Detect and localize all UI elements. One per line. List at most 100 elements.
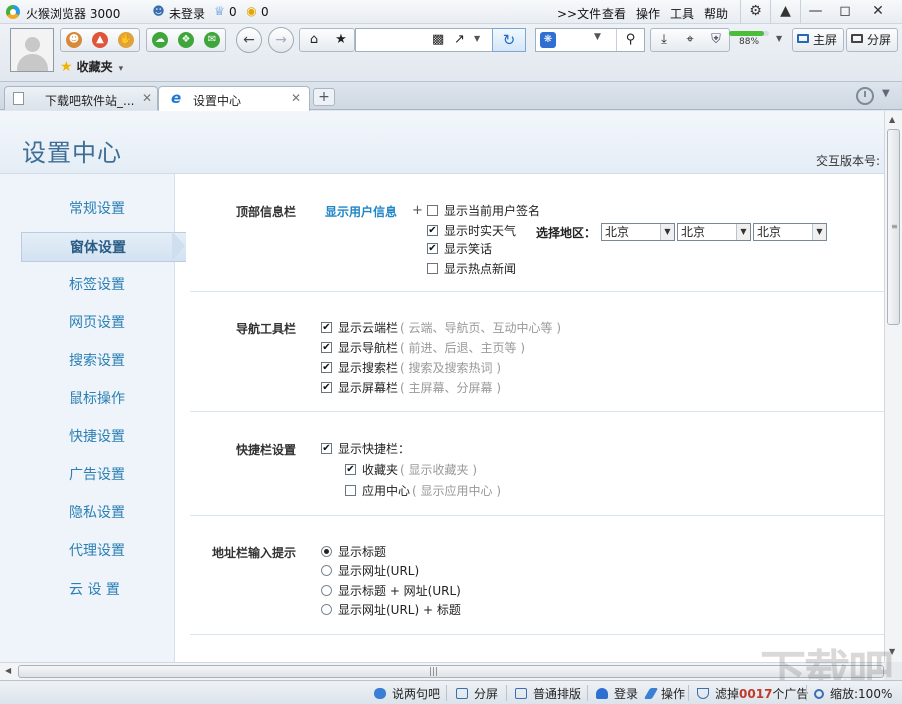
status-ops[interactable]: 操作 [643, 685, 685, 702]
menu-view[interactable]: 查看 [602, 5, 626, 22]
radio-dot[interactable] [321, 604, 332, 615]
share-icon[interactable]: ↗ [454, 32, 465, 47]
sidebar-item-webpage[interactable]: 网页设置 [0, 308, 175, 338]
radio-show-title[interactable]: 显示标题 [321, 544, 386, 560]
download-icon[interactable]: ⤓ [651, 29, 677, 51]
checkbox-search-bar[interactable]: ✔ 显示搜索栏( 搜索及搜索热词 ) [321, 360, 501, 376]
cloud-icon[interactable]: ☁ [147, 29, 173, 51]
sidebar-item-mouse[interactable]: 鼠标操作 [0, 384, 175, 414]
tab-menu-chevron-icon[interactable]: ▼ [882, 88, 890, 99]
radio-dot[interactable] [321, 565, 332, 576]
chat-bubble-icon[interactable]: ✉ [199, 29, 225, 51]
checkbox-box[interactable]: ✔ [345, 464, 356, 475]
checkbox-box[interactable]: ✔ [427, 243, 438, 254]
horizontal-scrollbar[interactable]: ◀ ||| [0, 662, 884, 680]
home-icon[interactable]: ⌂ [301, 29, 327, 51]
checkbox-show-quickbar[interactable]: ✔ 显示快捷栏： [321, 441, 410, 457]
tab-download-site[interactable]: 下载吧软件站_... ✕ [4, 86, 158, 110]
tab-settings-center[interactable]: e 设置中心 ✕ [158, 86, 310, 111]
close-icon[interactable]: ✕ [863, 0, 893, 24]
sidebar-item-privacy[interactable]: 隐私设置 [0, 498, 175, 528]
login-status[interactable]: 未登录 [169, 5, 205, 22]
radio-show-url[interactable]: 显示网址(URL) [321, 563, 419, 579]
checkbox-box[interactable]: ✔ [321, 382, 332, 393]
memory-meter[interactable]: 88% [729, 30, 769, 48]
skin-shirt-icon[interactable]: ▲ [770, 0, 800, 24]
checkbox-box[interactable]: ✔ [321, 342, 332, 353]
status-layout[interactable]: 普通排版 [515, 685, 581, 702]
search-box[interactable]: ❋ ▼ ⚲ [535, 28, 645, 52]
checkbox-app-center[interactable]: 应用中心( 显示应用中心 ) [345, 483, 501, 499]
avatar[interactable] [10, 28, 54, 72]
radio-dot[interactable] [321, 546, 332, 557]
menu-tools[interactable]: 工具 [670, 5, 694, 22]
checkbox-jokes[interactable]: ✔ 显示笑话 [427, 241, 492, 257]
star-icon[interactable]: ★ [328, 29, 354, 51]
scroll-left-icon[interactable]: ◀ [5, 666, 11, 675]
close-icon[interactable]: ✕ [291, 91, 301, 105]
status-zoom[interactable]: 缩放:100% [814, 685, 892, 702]
settings-gear-icon[interactable]: ⚙ [740, 0, 770, 24]
crop-icon[interactable]: ⌖ [677, 29, 703, 51]
sidebar-item-search[interactable]: 搜索设置 [0, 346, 175, 376]
favorites-menu[interactable]: ★ 收藏夹 ▾ [60, 58, 123, 75]
sidebar-item-ads[interactable]: 广告设置 [0, 460, 175, 490]
qr-code-icon[interactable]: ▩ [432, 32, 444, 47]
search-engine-dropdown-icon[interactable]: ▼ [594, 32, 601, 42]
checkbox-box[interactable]: ✔ [321, 362, 332, 373]
status-chat[interactable]: 说两句吧 [374, 685, 440, 702]
horizontal-scroll-thumb[interactable]: ||| [18, 665, 884, 678]
menu-help[interactable]: 帮助 [704, 5, 728, 22]
checkbox-box[interactable]: ✔ [321, 443, 332, 454]
checkbox-box[interactable] [427, 205, 438, 216]
minimize-icon[interactable]: — [800, 0, 830, 24]
address-dropdown-icon[interactable]: ▼ [474, 34, 480, 43]
forward-icon[interactable]: → [268, 27, 294, 53]
close-icon[interactable]: ✕ [142, 91, 152, 105]
sidebar-item-general[interactable]: 常规设置 [0, 194, 175, 224]
checkbox-box[interactable] [427, 263, 438, 274]
radio-title-url[interactable]: 显示标题 + 网址(URL) [321, 583, 461, 599]
checkbox-screen-bar[interactable]: ✔ 显示屏幕栏( 主屏幕、分屏幕 ) [321, 380, 501, 396]
sidebar-item-cloud[interactable]: 云 设 置 [0, 575, 175, 605]
shield-icon[interactable]: ⛨ [703, 29, 729, 51]
checkbox-favorites[interactable]: ✔ 收藏夹( 显示收藏夹 ) [345, 462, 477, 478]
vertical-scroll-thumb[interactable]: ≡ [887, 129, 900, 325]
radio-dot[interactable] [321, 585, 332, 596]
new-tab-button[interactable]: + [313, 88, 335, 106]
region-province-select[interactable]: 北京 ▼ [601, 223, 675, 241]
status-split[interactable]: 分屏 [456, 685, 498, 702]
meter-dropdown-icon[interactable]: ▼ [776, 34, 782, 43]
checkbox-box[interactable]: ✔ [427, 225, 438, 236]
checkbox-weather[interactable]: ✔ 显示时实天气 [427, 223, 516, 239]
baidu-paw-icon[interactable]: ❋ [540, 32, 556, 48]
sidebar-item-proxy[interactable]: 代理设置 [0, 536, 175, 566]
checkbox-box[interactable] [345, 485, 356, 496]
history-clock-icon[interactable] [856, 87, 874, 105]
region-city-select[interactable]: 北京 ▼ [677, 223, 751, 241]
menu-file[interactable]: >>文件 [557, 5, 601, 22]
search-icon[interactable]: ⚲ [616, 29, 644, 51]
checkbox-hot-news[interactable]: 显示热点新闻 [427, 261, 516, 277]
refresh-icon[interactable]: ↻ [492, 28, 526, 52]
sidebar-item-window[interactable]: 窗体设置 [21, 232, 186, 262]
checkbox-box[interactable]: ✔ [321, 322, 332, 333]
status-ad-filter[interactable]: 滤掉0017个广告 [697, 685, 808, 702]
vertical-scrollbar[interactable]: ▲ ≡ ▼ [884, 111, 902, 662]
split-screen-button[interactable]: 分屏 [846, 28, 899, 52]
checkbox-nav-bar[interactable]: ✔ 显示导航栏( 前进、后退、主页等 ) [321, 340, 525, 356]
show-user-info-link[interactable]: 显示用户信息 [325, 203, 397, 220]
back-icon[interactable]: ← [236, 27, 262, 53]
radio-url-title[interactable]: 显示网址(URL) + 标题 [321, 602, 461, 618]
sidebar-item-tabs[interactable]: 标签设置 [0, 270, 175, 300]
menu-operate[interactable]: 操作 [636, 5, 660, 22]
checkbox-cloud-bar[interactable]: ✔ 显示云端栏( 云端、导航页、互动中心等 ) [321, 320, 561, 336]
fire-icon[interactable]: ▲ [87, 29, 113, 51]
region-district-select[interactable]: 北京 ▼ [753, 223, 827, 241]
scroll-up-icon[interactable]: ▲ [889, 115, 895, 124]
main-screen-button[interactable]: 主屏 [792, 28, 845, 52]
checkbox-user-signature[interactable]: 显示当前用户签名 [427, 203, 540, 219]
compass-icon[interactable]: ❖ [173, 29, 199, 51]
sidebar-item-shortcut[interactable]: 快捷设置 [0, 422, 175, 452]
monkey-icon[interactable]: ☻ [61, 29, 87, 51]
